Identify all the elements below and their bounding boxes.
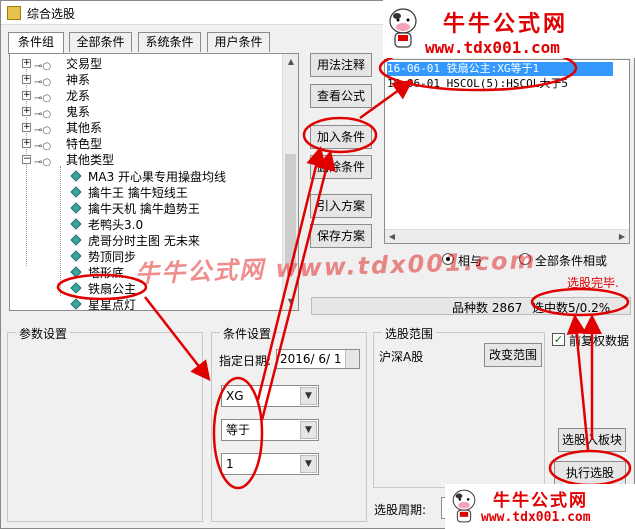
value-value: 1 bbox=[226, 457, 234, 471]
window-title: 综合选股 bbox=[27, 7, 76, 21]
tree-item-label: 塔形底 bbox=[88, 266, 125, 280]
cow-mascot-icon bbox=[452, 489, 476, 523]
key-icon: ⊸○ bbox=[34, 125, 52, 136]
app-icon bbox=[7, 6, 21, 20]
tree-item-label: 擒牛天机 擒牛趋势王 bbox=[88, 202, 200, 216]
tab-user-conditions[interactable]: 用户条件 bbox=[207, 32, 270, 52]
chevron-down-icon[interactable]: ▼ bbox=[300, 421, 317, 439]
tree-group-label: 龙系 bbox=[66, 89, 91, 103]
status-done: 选股完毕. bbox=[567, 276, 619, 290]
expand-icon[interactable]: + bbox=[22, 75, 31, 84]
date-picker[interactable]: 2016/ 6/ 1 bbox=[276, 349, 360, 369]
params-title: 参数设置 bbox=[16, 325, 71, 342]
operator-select[interactable]: 等于 ▼ bbox=[221, 419, 319, 441]
date-label: 指定日期: bbox=[219, 354, 272, 368]
key-icon: ⊸○ bbox=[34, 61, 52, 72]
formula-icon bbox=[70, 298, 82, 310]
range-title: 选股范围 bbox=[382, 325, 437, 342]
tree-group-label: 鬼系 bbox=[66, 105, 91, 119]
execute-button[interactable]: 执行选股 bbox=[554, 461, 626, 485]
scroll-right-icon[interactable]: ▶ bbox=[615, 230, 629, 243]
scroll-left-icon[interactable]: ◀ bbox=[385, 230, 399, 243]
view-formula-button[interactable]: 查看公式 bbox=[310, 84, 372, 108]
change-range-button[interactable]: 改变范围 bbox=[484, 343, 542, 367]
collapse-icon[interactable]: − bbox=[22, 155, 31, 164]
save-plan-button[interactable]: 保存方案 bbox=[310, 224, 372, 248]
restore-rights-checkbox[interactable]: ✓ bbox=[552, 333, 565, 346]
expand-icon[interactable]: + bbox=[22, 59, 31, 68]
formula-icon bbox=[70, 186, 82, 198]
scroll-up-icon[interactable]: ▲ bbox=[283, 54, 298, 70]
value-select[interactable]: 1 ▼ bbox=[221, 453, 319, 475]
tab-condition-group[interactable]: 条件组 bbox=[8, 32, 64, 54]
variety-count: 品种数 2867 bbox=[452, 301, 523, 315]
tree-group-label: 其他系 bbox=[66, 121, 103, 135]
tab-all-conditions[interactable]: 全部条件 bbox=[69, 32, 132, 52]
formula-icon bbox=[70, 266, 82, 278]
add-to-block-button[interactable]: 选股入板块 bbox=[558, 428, 626, 452]
expand-icon[interactable]: + bbox=[22, 139, 31, 148]
tree-group-label: 神系 bbox=[66, 73, 91, 87]
tree-group-label: 交易型 bbox=[66, 57, 103, 71]
key-icon: ⊸○ bbox=[34, 141, 52, 152]
watermark-bottom: 牛牛公式网 www.tdx001.com bbox=[445, 484, 635, 529]
watermark-title: 牛牛公式网 bbox=[443, 12, 569, 37]
tree-item-label: 星星点灯 bbox=[88, 298, 137, 311]
watermark-url: www.tdx001.com bbox=[425, 38, 560, 57]
add-condition-button[interactable]: 加入条件 bbox=[310, 125, 372, 149]
tree-group-label: 其他类型 bbox=[66, 153, 115, 167]
tree-item-label: 势顶同步 bbox=[88, 250, 137, 264]
key-icon: ⊸○ bbox=[34, 109, 52, 120]
operator-value: 等于 bbox=[226, 423, 251, 437]
key-icon: ⊸○ bbox=[34, 93, 52, 104]
list-item[interactable]: 16-06-01 HSCOL(5):HSCOL大于5 bbox=[387, 77, 568, 91]
params-group: 参数设置 bbox=[7, 325, 203, 522]
expand-icon[interactable]: + bbox=[22, 91, 31, 100]
restore-rights-label: 前复权数据 bbox=[569, 334, 630, 348]
formula-icon bbox=[70, 250, 82, 262]
scroll-down-icon[interactable]: ▼ bbox=[283, 294, 298, 310]
chevron-down-icon[interactable]: ▼ bbox=[300, 387, 317, 405]
watermark-top: 牛牛公式网 www.tdx001.com bbox=[383, 0, 635, 58]
expand-icon[interactable]: + bbox=[22, 107, 31, 116]
tree-group-label: 特色型 bbox=[66, 137, 103, 151]
formula-icon bbox=[70, 170, 82, 182]
date-value: 2016/ 6/ 1 bbox=[280, 352, 342, 366]
variable-select[interactable]: XG ▼ bbox=[221, 385, 319, 407]
variable-value: XG bbox=[226, 389, 244, 403]
selected-count: 选中数5/0.2% bbox=[532, 301, 611, 315]
key-icon: ⊸○ bbox=[34, 157, 52, 168]
tree-item-label: MA3 开心果专用操盘均线 bbox=[88, 170, 227, 184]
condition-settings-title: 条件设置 bbox=[220, 325, 275, 342]
condition-list[interactable]: 16-06-01 铁扇公主:XG等于1 16-06-01 HSCOL(5):HS… bbox=[384, 59, 630, 244]
formula-icon bbox=[70, 218, 82, 230]
import-plan-button[interactable]: 引入方案 bbox=[310, 194, 372, 218]
cow-mascot-icon bbox=[389, 8, 417, 48]
tree-item-label: 擒牛王 擒牛短线王 bbox=[88, 186, 188, 200]
delete-condition-button[interactable]: 删除条件 bbox=[310, 155, 372, 179]
range-value: 沪深A股 bbox=[379, 350, 424, 364]
watermark-url: www.tdx001.com bbox=[481, 510, 591, 525]
tree-item-label: 虎哥分时主图 无未来 bbox=[88, 234, 200, 248]
date-spin-icon[interactable] bbox=[345, 350, 359, 368]
list-item[interactable]: 16-06-01 铁扇公主:XG等于1 bbox=[387, 62, 613, 76]
expand-icon[interactable]: + bbox=[22, 123, 31, 132]
period-label: 选股周期: bbox=[374, 503, 427, 517]
formula-icon bbox=[70, 202, 82, 214]
key-icon: ⊸○ bbox=[34, 77, 52, 88]
chevron-down-icon[interactable]: ▼ bbox=[300, 455, 317, 473]
or-radio-label: 全部条件相或 bbox=[535, 254, 608, 268]
formula-icon bbox=[70, 234, 82, 246]
tab-system-conditions[interactable]: 系统条件 bbox=[138, 32, 201, 52]
formula-icon bbox=[70, 282, 82, 294]
tree-item-label: 铁扇公主 bbox=[88, 282, 137, 296]
usage-button[interactable]: 用法注释 bbox=[310, 53, 372, 77]
watermark-title: 牛牛公式网 bbox=[493, 491, 588, 511]
tree-item-label: 老鸭头3.0 bbox=[88, 218, 144, 232]
